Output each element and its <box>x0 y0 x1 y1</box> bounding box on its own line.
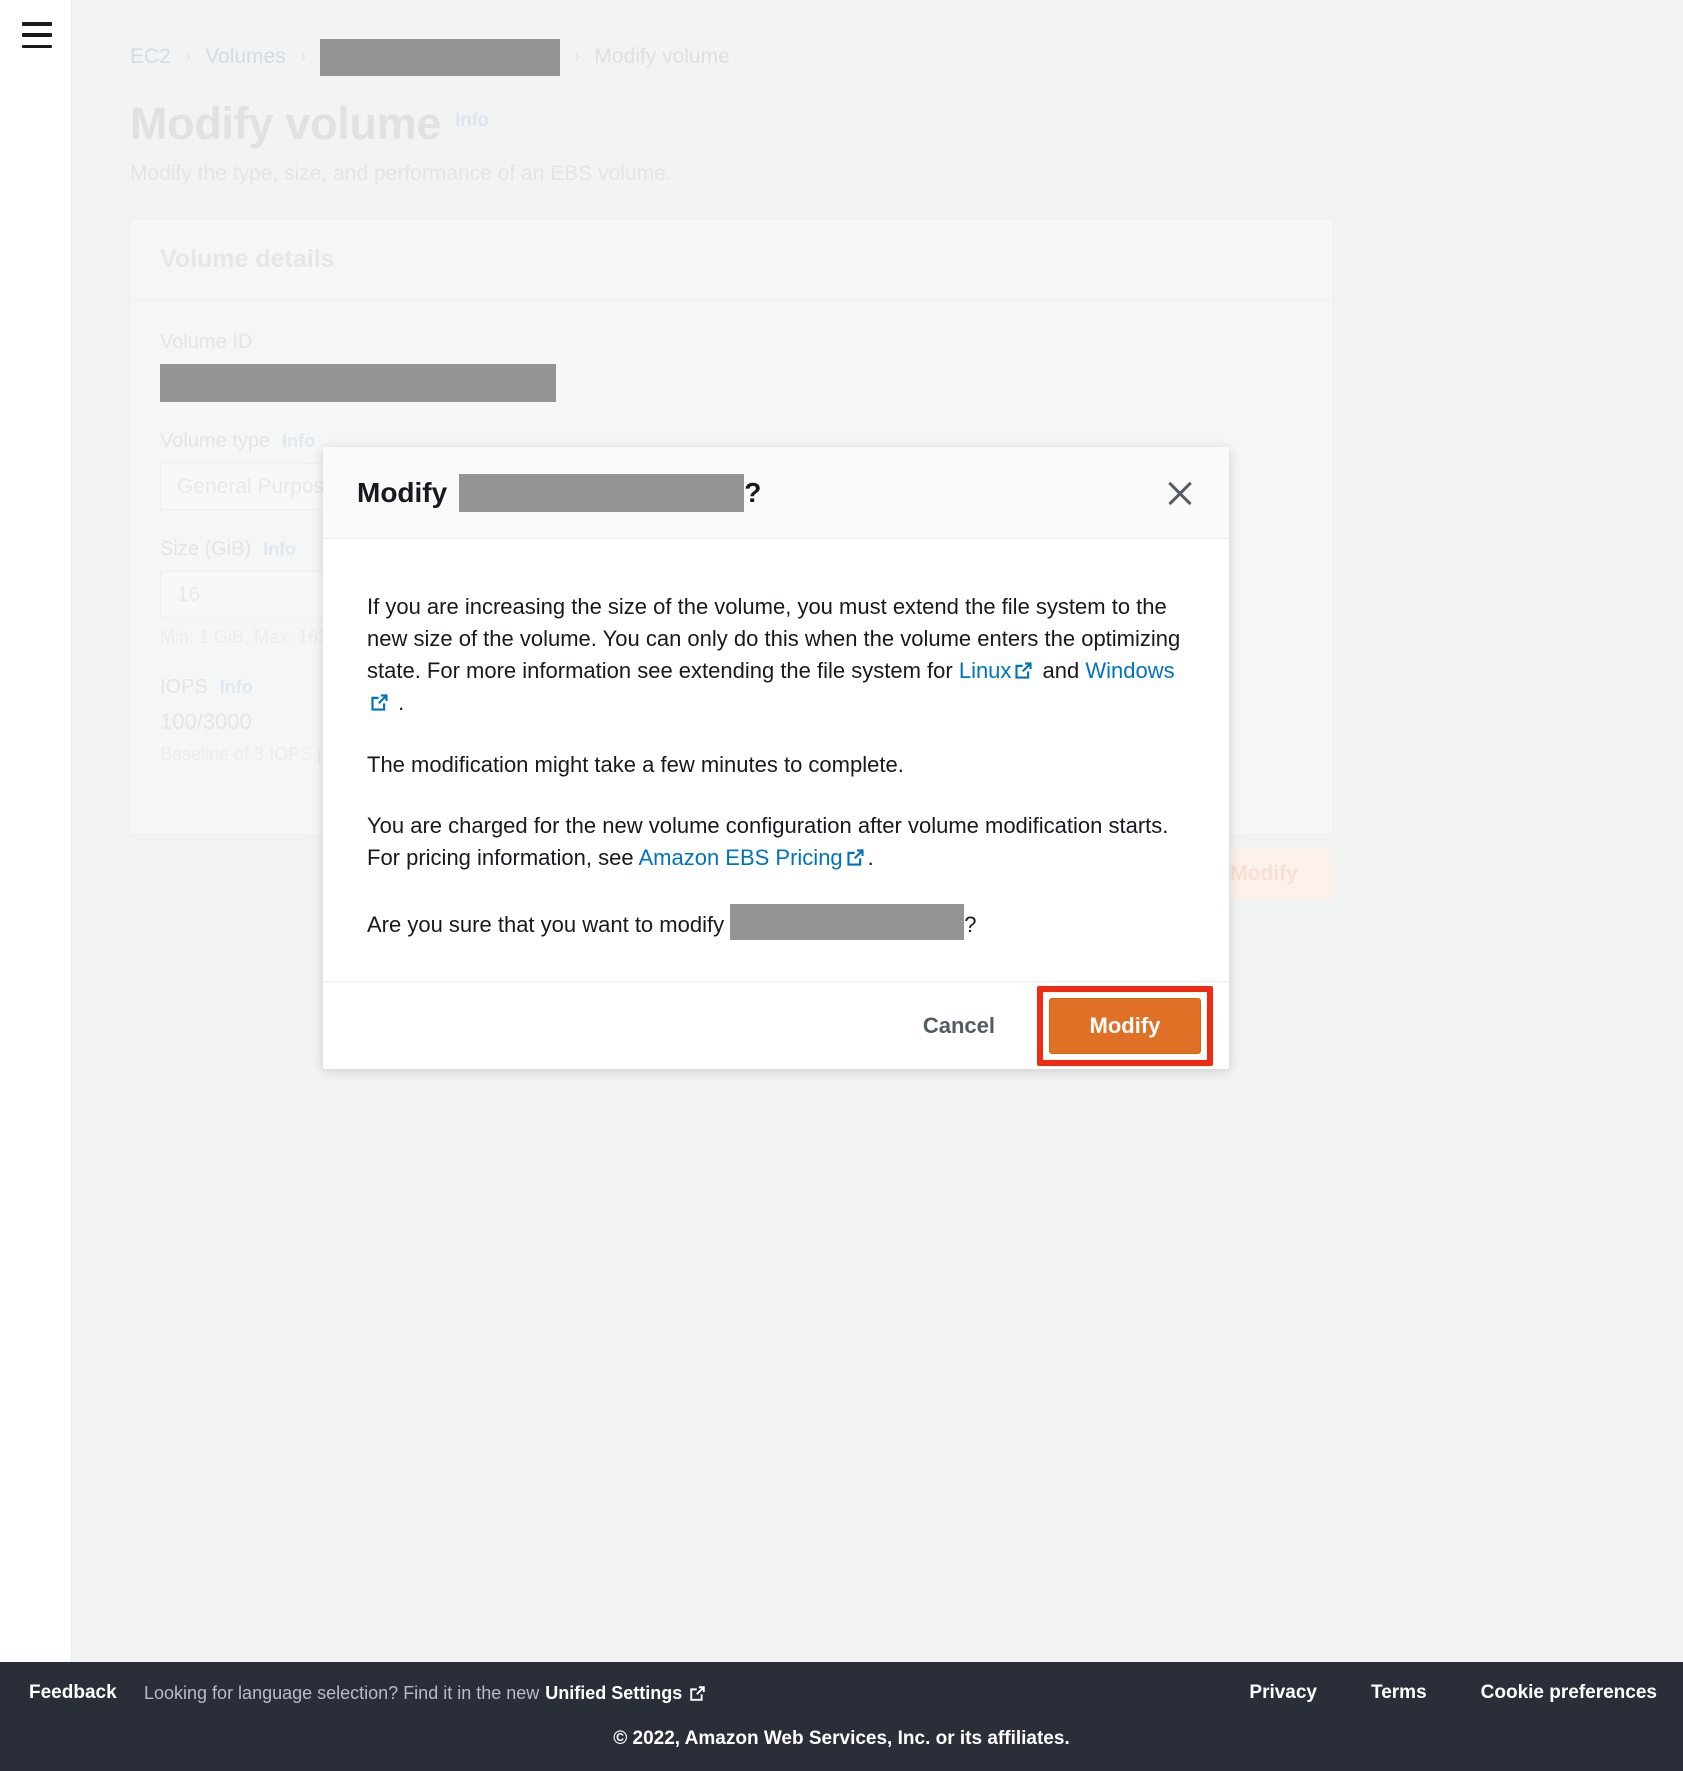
paragraph-text: and <box>1036 657 1086 683</box>
breadcrumb-separator: › <box>300 46 306 67</box>
hamburger-bar <box>22 44 52 48</box>
external-link-icon <box>846 848 865 867</box>
cancel-button[interactable]: Cancel <box>909 1003 1009 1049</box>
unified-settings-link[interactable]: Unified Settings <box>545 1683 682 1704</box>
modify-button[interactable]: Modify <box>1049 997 1201 1054</box>
close-icon[interactable] <box>1159 472 1201 514</box>
navigation-rail <box>0 0 72 1662</box>
app-root: i EC2 › Volumes › › Modify volume Modify… <box>0 0 1683 1771</box>
page-subtitle: Modify the type, size, and performance o… <box>130 162 672 185</box>
dialog-footer: Cancel Modify <box>323 981 1229 1069</box>
cookie-preferences-link[interactable]: Cookie preferences <box>1481 1682 1657 1704</box>
iops-label-text: IOPS <box>160 676 208 698</box>
card-header: Volume details <box>130 219 1333 301</box>
external-link-icon <box>370 693 389 712</box>
footer-links-row: Feedback Looking for language selection?… <box>0 1662 1683 1724</box>
dialog-header: Modify ? <box>323 447 1229 539</box>
linux-link[interactable]: Linux <box>959 658 1012 683</box>
terms-link[interactable]: Terms <box>1371 1682 1427 1704</box>
field-volume-id: Volume ID <box>160 331 1303 402</box>
dialog-title-prefix: Modify <box>357 476 448 508</box>
dialog-paragraph-confirm: Are you sure that you want to modify ? <box>367 904 1189 941</box>
volume-type-info-link[interactable]: Info <box>282 431 315 451</box>
hamburger-bar <box>22 22 52 26</box>
breadcrumb-item-ec2[interactable]: EC2 <box>130 45 171 69</box>
hamburger-menu-icon[interactable] <box>22 22 52 48</box>
feedback-link[interactable]: Feedback <box>29 1682 117 1704</box>
breadcrumb-item-volumes[interactable]: Volumes <box>205 45 286 69</box>
dialog-title-redacted <box>459 473 745 512</box>
breadcrumb-separator: › <box>185 46 191 67</box>
paragraph-text: . <box>867 845 874 871</box>
volume-id-value-redacted <box>160 364 556 402</box>
iops-info-link[interactable]: Info <box>220 677 253 697</box>
dialog-title-suffix: ? <box>744 476 762 508</box>
hamburger-bar <box>22 33 52 37</box>
copyright-text: © 2022, Amazon Web Services, Inc. or its… <box>613 1728 1070 1749</box>
language-selection-notice: Looking for language selection? Find it … <box>144 1683 706 1704</box>
dialog-paragraph-duration: The modification might take a few minute… <box>367 751 904 777</box>
page-title-text: Modify volume <box>130 98 442 149</box>
card-title: Volume details <box>160 245 335 273</box>
modify-volume-dialog: Modify ? If you are increasing the size … <box>323 447 1229 1070</box>
size-info-link[interactable]: Info <box>263 539 296 559</box>
breadcrumb-item-redacted[interactable] <box>320 38 561 76</box>
paragraph-text: Are you sure that you want to modify <box>367 912 731 938</box>
paragraph-text: ? <box>964 912 977 938</box>
page-title-info-link[interactable]: Info <box>455 110 489 131</box>
breadcrumb: EC2 › Volumes › › Modify volume <box>130 38 730 76</box>
page-footer: Feedback Looking for language selection?… <box>0 1662 1683 1771</box>
dialog-title: Modify ? <box>357 473 1159 512</box>
size-label-text: Size (GiB) <box>160 538 252 560</box>
windows-link[interactable]: Windows <box>1085 658 1174 683</box>
dialog-body: If you are increasing the size of the vo… <box>323 539 1229 981</box>
size-value: 16 <box>177 582 201 606</box>
paragraph-text: . <box>392 689 405 715</box>
external-link-icon <box>1014 661 1033 680</box>
language-notice-text: Looking for language selection? Find it … <box>144 1682 540 1703</box>
dialog-paragraph-pricing: You are charged for the new volume confi… <box>367 810 1189 874</box>
breadcrumb-item-current: Modify volume <box>594 45 730 68</box>
dialog-paragraph-filesystem: If you are increasing the size of the vo… <box>367 591 1189 719</box>
confirm-volume-id-redacted <box>730 904 965 941</box>
volume-type-label-text: Volume type <box>160 430 271 452</box>
volume-type-value: General Purpose <box>177 474 336 498</box>
footer-legal-links: Privacy Terms Cookie preferences <box>1249 1682 1657 1704</box>
ebs-pricing-link[interactable]: Amazon EBS Pricing <box>638 845 842 870</box>
external-link-icon <box>689 1685 706 1702</box>
volume-id-label: Volume ID <box>160 331 253 353</box>
page-title: Modify volume Info <box>130 98 489 150</box>
modify-button-highlight: Modify <box>1037 985 1213 1066</box>
breadcrumb-separator: › <box>574 46 580 67</box>
privacy-link[interactable]: Privacy <box>1249 1682 1317 1704</box>
